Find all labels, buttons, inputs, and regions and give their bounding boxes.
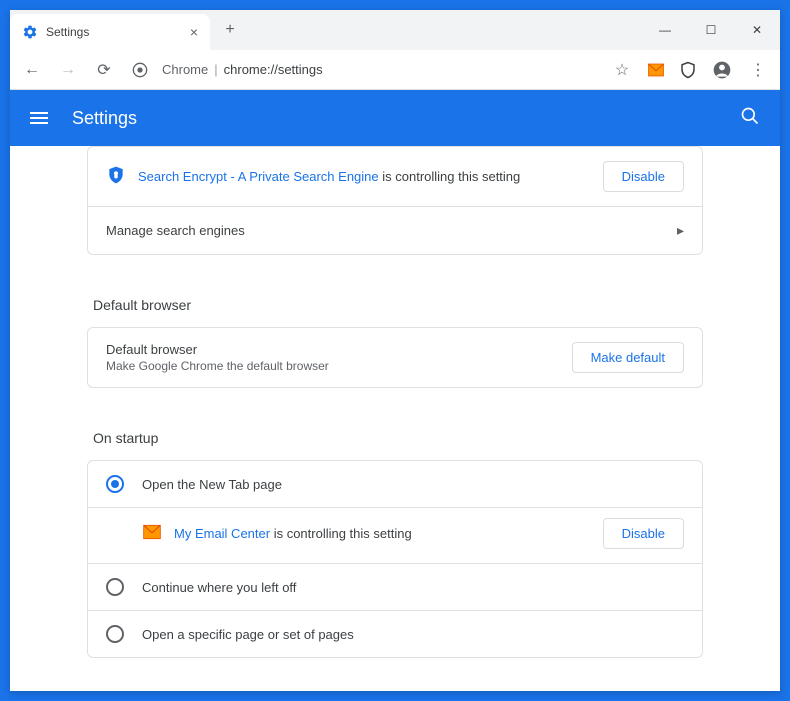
browser-window: Settings × + — ☐ ✕ ← → ⟳ Chrome | chrome…	[10, 10, 780, 691]
mail-extension-icon[interactable]	[644, 58, 668, 82]
settings-content[interactable]: Search Encrypt - A Private Search Engine…	[10, 146, 780, 691]
search-engine-card: Search Encrypt - A Private Search Engine…	[87, 146, 703, 255]
maximize-button[interactable]: ☐	[688, 10, 734, 50]
radio-selected-icon	[106, 475, 124, 493]
startup-section-title: On startup	[87, 412, 703, 460]
shield-icon	[106, 165, 126, 188]
default-browser-label: Default browser	[106, 342, 329, 357]
chevron-right-icon: ▸	[677, 222, 684, 239]
manage-search-label: Manage search engines	[106, 223, 245, 238]
startup-card: Open the New Tab page My Email Center is…	[87, 460, 703, 658]
url-input[interactable]: Chrome | chrome://settings	[162, 62, 600, 77]
startup-extension-notice: My Email Center is controlling this sett…	[88, 507, 702, 563]
menu-icon[interactable]: ⋮	[744, 56, 772, 84]
mail-icon	[142, 522, 162, 545]
tab-title: Settings	[46, 25, 89, 39]
close-tab-icon[interactable]: ×	[190, 24, 198, 40]
titlebar: Settings × + — ☐ ✕	[10, 10, 780, 50]
forward-button[interactable]: →	[54, 56, 82, 84]
disable-button[interactable]: Disable	[603, 161, 684, 192]
close-window-button[interactable]: ✕	[734, 10, 780, 50]
option-label: Open the New Tab page	[142, 477, 282, 492]
extension-link[interactable]: My Email Center	[174, 526, 270, 541]
radio-icon	[106, 625, 124, 643]
startup-option-specific[interactable]: Open a specific page or set of pages	[88, 610, 702, 657]
manage-search-engines-row[interactable]: Manage search engines ▸	[88, 206, 702, 254]
shield-extension-icon[interactable]	[676, 58, 700, 82]
url-prefix: Chrome	[162, 62, 208, 77]
hamburger-icon[interactable]	[30, 112, 48, 124]
new-tab-button[interactable]: +	[216, 21, 244, 39]
profile-icon[interactable]	[708, 56, 736, 84]
extension-link[interactable]: Search Encrypt - A Private Search Engine	[138, 169, 379, 184]
disable-button[interactable]: Disable	[603, 518, 684, 549]
reload-button[interactable]: ⟳	[90, 56, 118, 84]
advanced-toggle[interactable]: Advanced ▾	[87, 682, 703, 691]
option-label: Open a specific page or set of pages	[142, 627, 354, 642]
page-title: Settings	[72, 108, 137, 129]
extension-control-notice: Search Encrypt - A Private Search Engine…	[88, 147, 702, 206]
settings-header: Settings	[10, 90, 780, 146]
option-label: Continue where you left off	[142, 580, 296, 595]
back-button[interactable]: ←	[18, 56, 46, 84]
site-info-icon[interactable]	[126, 56, 154, 84]
star-icon[interactable]: ☆	[608, 56, 636, 84]
window-controls: — ☐ ✕	[642, 10, 780, 50]
default-browser-section-title: Default browser	[87, 279, 703, 327]
gear-icon	[22, 24, 38, 40]
browser-tab[interactable]: Settings ×	[10, 14, 210, 50]
addressbar: ← → ⟳ Chrome | chrome://settings ☆ ⋮	[10, 50, 780, 90]
startup-option-continue[interactable]: Continue where you left off	[88, 563, 702, 610]
startup-option-newtab[interactable]: Open the New Tab page	[88, 461, 702, 507]
default-browser-card: Default browser Make Google Chrome the d…	[87, 327, 703, 388]
control-text: is controlling this setting	[270, 526, 412, 541]
url-path: chrome://settings	[224, 62, 323, 77]
make-default-button[interactable]: Make default	[572, 342, 684, 373]
radio-icon	[106, 578, 124, 596]
search-icon[interactable]	[740, 106, 760, 131]
minimize-button[interactable]: —	[642, 10, 688, 50]
control-text: is controlling this setting	[379, 169, 521, 184]
default-browser-sub: Make Google Chrome the default browser	[106, 359, 329, 373]
